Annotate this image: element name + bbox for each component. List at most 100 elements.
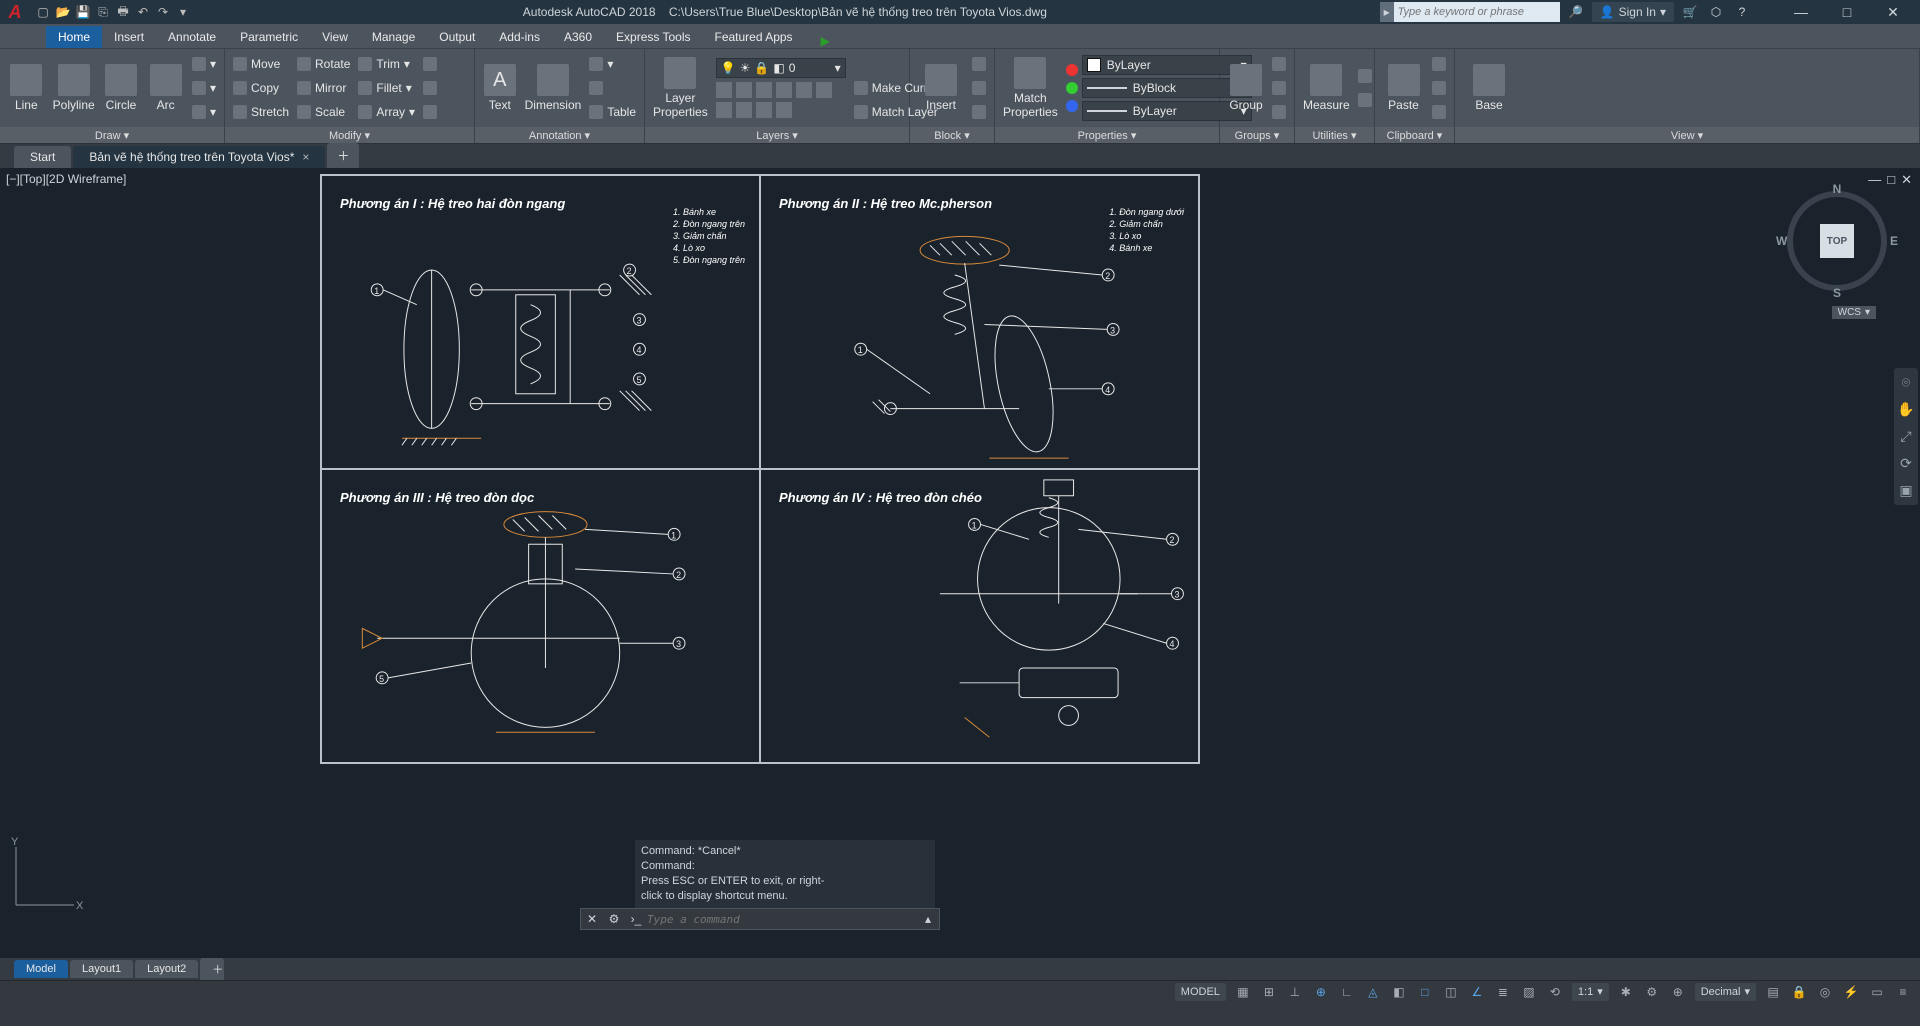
app-store-icon[interactable]: ▶ (821, 34, 830, 48)
scale-button[interactable]: Scale (297, 101, 350, 123)
ribbon-tab-parametric[interactable]: Parametric (228, 26, 310, 48)
ribbon-tab-home[interactable]: Home (46, 26, 102, 48)
layout2-tab[interactable]: Layout2 (135, 960, 198, 978)
viewcube-s[interactable]: S (1833, 286, 1841, 300)
orbit-icon[interactable]: ⟳ (1900, 455, 1912, 472)
drawing-tab[interactable]: Bản vẽ hệ thống treo trên Toyota Vios* × (73, 146, 325, 168)
block-extra-1[interactable] (972, 53, 986, 75)
qat-open-icon[interactable]: 📂 (54, 3, 72, 21)
leader-button[interactable]: ▾ (589, 53, 636, 75)
paste-button[interactable]: Paste (1383, 53, 1424, 123)
a360-icon[interactable]: ⬡ (1706, 2, 1726, 22)
ann-extra[interactable] (589, 77, 636, 99)
new-tab-button[interactable]: ＋ (327, 143, 359, 168)
layer-tool-7[interactable] (716, 102, 732, 118)
clip-extra-2[interactable] (1432, 77, 1446, 99)
color-swatches[interactable] (1066, 55, 1078, 121)
annotation-visibility-icon[interactable]: ✱ (1617, 983, 1635, 1001)
mirror-button[interactable]: Mirror (297, 77, 350, 99)
util-extra-2[interactable] (1358, 89, 1372, 111)
move-button[interactable]: Move (233, 53, 289, 75)
layer-tool-5[interactable] (796, 82, 812, 98)
measure-button[interactable]: Measure (1303, 53, 1350, 123)
start-tab[interactable]: Start (14, 146, 71, 168)
cmd-close-icon[interactable]: ✕ (581, 908, 603, 930)
isolate-objects-icon[interactable]: ◎ (1816, 983, 1834, 1001)
block-extra-3[interactable] (972, 101, 986, 123)
ribbon-tab-express[interactable]: Express Tools (604, 26, 702, 48)
customize-status-icon[interactable]: ≡ (1894, 983, 1912, 1001)
infer-constraints-icon[interactable]: ⊥ (1286, 983, 1304, 1001)
3dosnap-icon[interactable]: ◫ (1442, 983, 1460, 1001)
fillet-button[interactable]: Fillet▾ (358, 77, 415, 99)
ribbon-tab-insert[interactable]: Insert (102, 26, 156, 48)
qat-redo-icon[interactable]: ↷ (154, 3, 172, 21)
panel-utilities-title[interactable]: Utilities ▾ (1295, 127, 1374, 143)
dynamic-input-icon[interactable]: ⊕ (1312, 983, 1330, 1001)
ribbon-tab-a360[interactable]: A360 (552, 26, 604, 48)
stretch-button[interactable]: Stretch (233, 101, 289, 123)
groups-extra-3[interactable] (1272, 101, 1286, 123)
lineweight-display-icon[interactable]: ≣ (1494, 983, 1512, 1001)
layer-tool-9[interactable] (756, 102, 772, 118)
qat-plot-icon[interactable]: 🖶 (114, 3, 132, 21)
hardware-accel-icon[interactable]: ⚡ (1842, 983, 1860, 1001)
steering-wheel-icon[interactable]: ⌾ (1902, 374, 1910, 391)
transparency-icon[interactable]: ▨ (1520, 983, 1538, 1001)
group-button[interactable]: Group (1228, 53, 1264, 123)
ribbon-tab-addins[interactable]: Add-ins (487, 26, 552, 48)
draw-extra-2[interactable]: ▾ (192, 77, 216, 99)
snap-mode-icon[interactable]: ⊞ (1260, 983, 1278, 1001)
viewcube-n[interactable]: N (1833, 182, 1842, 196)
modify-extra-2[interactable] (423, 77, 437, 99)
grid-display-icon[interactable]: ▦ (1234, 983, 1252, 1001)
cmd-customize-icon[interactable]: ⚙ (603, 908, 625, 930)
layer-tool-10[interactable] (776, 102, 792, 118)
panel-properties-title[interactable]: Properties ▾ (995, 127, 1219, 143)
layer-selector[interactable]: 💡 ☀ 🔒 ◧ 0 ▾ (716, 58, 846, 78)
modify-extra-1[interactable] (423, 53, 437, 75)
layer-tool-1[interactable] (716, 82, 732, 98)
close-tab-icon[interactable]: × (302, 150, 309, 164)
clip-extra-1[interactable] (1432, 53, 1446, 75)
close-button[interactable]: ✕ (1870, 0, 1916, 24)
block-extra-2[interactable] (972, 77, 986, 99)
ribbon-tab-output[interactable]: Output (427, 26, 487, 48)
search-input[interactable] (1394, 6, 1560, 18)
polar-tracking-icon[interactable]: ◬ (1364, 983, 1382, 1001)
layer-tool-4[interactable] (776, 82, 792, 98)
ortho-mode-icon[interactable]: ∟ (1338, 983, 1356, 1001)
layer-tool-6[interactable] (816, 82, 832, 98)
workspace-switch-icon[interactable]: ⚙ (1643, 983, 1661, 1001)
panel-annotation-title[interactable]: Annotation ▾ (475, 127, 644, 143)
ribbon-tab-manage[interactable]: Manage (360, 26, 427, 48)
command-input[interactable] (647, 913, 917, 926)
view-cube[interactable]: N S W E TOP (1782, 186, 1892, 296)
ucs-icon[interactable]: Y X (8, 835, 88, 918)
panel-layers-title[interactable]: Layers ▾ (645, 127, 909, 143)
maximize-button[interactable]: □ (1824, 0, 1870, 24)
draw-extra-3[interactable]: ▾ (192, 101, 216, 123)
units-button[interactable]: Decimal▾ (1695, 983, 1756, 1001)
clip-extra-3[interactable] (1432, 101, 1446, 123)
panel-groups-title[interactable]: Groups ▾ (1220, 127, 1294, 143)
panel-clipboard-title[interactable]: Clipboard ▾ (1375, 127, 1454, 143)
zoom-extents-icon[interactable]: ⤢ (1900, 428, 1911, 445)
wcs-badge[interactable]: WCS▾ (1832, 306, 1876, 319)
isometric-icon[interactable]: ◧ (1390, 983, 1408, 1001)
pan-icon[interactable]: ✋ (1897, 401, 1914, 418)
ribbon-tab-featured[interactable]: Featured Apps (703, 26, 805, 48)
groups-extra-1[interactable] (1272, 53, 1286, 75)
infocenter-icon[interactable]: 🔎 (1566, 2, 1586, 22)
add-layout-button[interactable]: ＋ (200, 958, 224, 980)
qat-save-icon[interactable]: 💾 (74, 3, 92, 21)
line-button[interactable]: Line (8, 53, 45, 123)
viewcube-w[interactable]: W (1776, 234, 1787, 248)
panel-view-title[interactable]: View ▾ (1455, 127, 1919, 143)
array-button[interactable]: Array▾ (358, 101, 415, 123)
exchange-icon[interactable]: 🛒 (1680, 2, 1700, 22)
match-properties-button[interactable]: Match Properties (1003, 53, 1058, 123)
model-tab[interactable]: Model (14, 960, 68, 978)
ribbon-tab-annotate[interactable]: Annotate (156, 26, 228, 48)
qat-saveas-icon[interactable]: ⎘ (94, 3, 112, 21)
